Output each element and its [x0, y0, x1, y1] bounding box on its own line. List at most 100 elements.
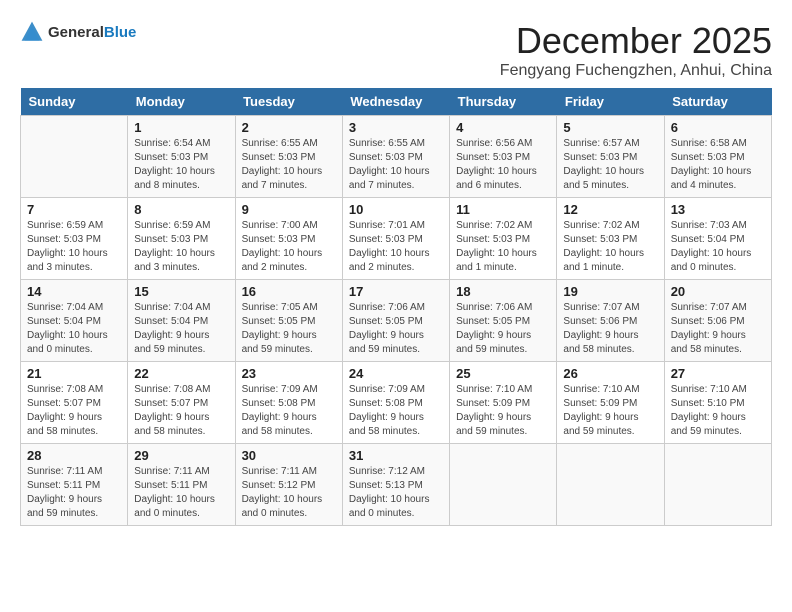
calendar-cell: 7 Sunrise: 6:59 AMSunset: 5:03 PMDaylight…: [21, 198, 128, 280]
day-number: 19: [563, 284, 657, 299]
calendar-week-row: 28 Sunrise: 7:11 AMSunset: 5:11 PMDayligh…: [21, 444, 772, 526]
calendar-table: SundayMondayTuesdayWednesdayThursdayFrid…: [20, 88, 772, 526]
day-info: Sunrise: 7:07 AMSunset: 5:06 PMDaylight:…: [671, 301, 765, 357]
logo-icon: [20, 20, 44, 44]
calendar-cell: 22 Sunrise: 7:08 AMSunset: 5:07 PMDayligh…: [128, 362, 235, 444]
logo-blue-text: Blue: [104, 24, 137, 41]
day-number: 8: [134, 202, 228, 217]
day-number: 7: [27, 202, 121, 217]
calendar-cell: 31 Sunrise: 7:12 AMSunset: 5:13 PMDayligh…: [342, 444, 449, 526]
day-number: 31: [349, 448, 443, 463]
day-info: Sunrise: 7:02 AMSunset: 5:03 PMDaylight:…: [456, 219, 550, 275]
day-number: 17: [349, 284, 443, 299]
calendar-cell: 17 Sunrise: 7:06 AMSunset: 5:05 PMDayligh…: [342, 280, 449, 362]
calendar-cell: [450, 444, 557, 526]
calendar-cell: 2 Sunrise: 6:55 AMSunset: 5:03 PMDaylight…: [235, 116, 342, 198]
logo-general-text: General: [48, 24, 104, 41]
calendar-cell: [557, 444, 664, 526]
day-info: Sunrise: 6:59 AMSunset: 5:03 PMDaylight:…: [27, 219, 121, 275]
calendar-week-row: 14 Sunrise: 7:04 AMSunset: 5:04 PMDayligh…: [21, 280, 772, 362]
day-number: 5: [563, 120, 657, 135]
calendar-cell: 29Sunrise: 7:11 AMSunset: 5:11 PMDayligh…: [128, 444, 235, 526]
day-number: 28: [27, 448, 121, 463]
day-info: Sunrise: 7:06 AMSunset: 5:05 PMDaylight:…: [456, 301, 550, 357]
weekday-header-wednesday: Wednesday: [342, 88, 449, 116]
day-info: Sunrise: 6:55 AMSunset: 5:03 PMDaylight:…: [242, 137, 336, 193]
day-number: 11: [456, 202, 550, 217]
day-info: Sunrise: 7:02 AMSunset: 5:03 PMDaylight:…: [563, 219, 657, 275]
calendar-week-row: 7 Sunrise: 6:59 AMSunset: 5:03 PMDaylight…: [21, 198, 772, 280]
weekday-header-friday: Friday: [557, 88, 664, 116]
calendar-cell: 9Sunrise: 7:00 AMSunset: 5:03 PMDaylight…: [235, 198, 342, 280]
day-number: 15: [134, 284, 228, 299]
day-info: Sunrise: 7:06 AMSunset: 5:05 PMDaylight:…: [349, 301, 443, 357]
month-title: December 2025: [500, 20, 772, 62]
day-number: 30: [242, 448, 336, 463]
calendar-week-row: 1Sunrise: 6:54 AMSunset: 5:03 PMDaylight…: [21, 116, 772, 198]
weekday-header-tuesday: Tuesday: [235, 88, 342, 116]
day-info: Sunrise: 6:58 AMSunset: 5:03 PMDaylight:…: [671, 137, 765, 193]
day-number: 12: [563, 202, 657, 217]
calendar-cell: [664, 444, 771, 526]
calendar-cell: 28 Sunrise: 7:11 AMSunset: 5:11 PMDayligh…: [21, 444, 128, 526]
weekday-header-saturday: Saturday: [664, 88, 771, 116]
calendar-cell: 11 Sunrise: 7:02 AMSunset: 5:03 PMDayligh…: [450, 198, 557, 280]
day-number: 1: [134, 120, 228, 135]
day-info: Sunrise: 7:08 AMSunset: 5:07 PMDaylight:…: [27, 383, 121, 439]
day-number: 21: [27, 366, 121, 381]
calendar-cell: 12 Sunrise: 7:02 AMSunset: 5:03 PMDayligh…: [557, 198, 664, 280]
day-info: Sunrise: 6:55 AMSunset: 5:03 PMDaylight:…: [349, 137, 443, 193]
weekday-header-monday: Monday: [128, 88, 235, 116]
day-number: 6: [671, 120, 765, 135]
day-info: Sunrise: 6:59 AMSunset: 5:03 PMDaylight:…: [134, 219, 228, 275]
day-info: Sunrise: 7:12 AMSunset: 5:13 PMDaylight:…: [349, 465, 443, 521]
calendar-cell: 19 Sunrise: 7:07 AMSunset: 5:06 PMDayligh…: [557, 280, 664, 362]
day-info: Sunrise: 7:05 AMSunset: 5:05 PMDaylight:…: [242, 301, 336, 357]
day-info: Sunrise: 7:09 AMSunset: 5:08 PMDaylight:…: [349, 383, 443, 439]
day-info: Sunrise: 6:57 AMSunset: 5:03 PMDaylight:…: [563, 137, 657, 193]
calendar-cell: 13 Sunrise: 7:03 AMSunset: 5:04 PMDayligh…: [664, 198, 771, 280]
day-info: Sunrise: 7:11 AMSunset: 5:11 PMDaylight:…: [27, 465, 121, 521]
calendar-cell: 8 Sunrise: 6:59 AMSunset: 5:03 PMDaylight…: [128, 198, 235, 280]
day-number: 26: [563, 366, 657, 381]
day-number: 16: [242, 284, 336, 299]
day-info: Sunrise: 7:01 AMSunset: 5:03 PMDaylight:…: [349, 219, 443, 275]
day-info: Sunrise: 7:08 AMSunset: 5:07 PMDaylight:…: [134, 383, 228, 439]
calendar-cell: 5 Sunrise: 6:57 AMSunset: 5:03 PMDaylight…: [557, 116, 664, 198]
day-number: 10: [349, 202, 443, 217]
day-number: 2: [242, 120, 336, 135]
logo: General Blue: [20, 20, 136, 44]
calendar-cell: 10 Sunrise: 7:01 AMSunset: 5:03 PMDayligh…: [342, 198, 449, 280]
day-number: 20: [671, 284, 765, 299]
calendar-cell: 4Sunrise: 6:56 AMSunset: 5:03 PMDaylight…: [450, 116, 557, 198]
day-info: Sunrise: 7:11 AMSunset: 5:12 PMDaylight:…: [242, 465, 336, 521]
day-number: 22: [134, 366, 228, 381]
calendar-cell: 30 Sunrise: 7:11 AMSunset: 5:12 PMDayligh…: [235, 444, 342, 526]
calendar-cell: 26Sunrise: 7:10 AMSunset: 5:09 PMDayligh…: [557, 362, 664, 444]
page-header: General Blue December 2025 Fengyang Fuch…: [20, 20, 772, 80]
title-section: December 2025 Fengyang Fuchengzhen, Anhu…: [500, 20, 772, 80]
day-number: 14: [27, 284, 121, 299]
day-number: 18: [456, 284, 550, 299]
calendar-cell: 6 Sunrise: 6:58 AMSunset: 5:03 PMDaylight…: [664, 116, 771, 198]
day-number: 23: [242, 366, 336, 381]
day-info: Sunrise: 7:11 AMSunset: 5:11 PMDaylight:…: [134, 465, 228, 521]
day-info: Sunrise: 6:56 AMSunset: 5:03 PMDaylight:…: [456, 137, 550, 193]
location-title: Fengyang Fuchengzhen, Anhui, China: [500, 62, 772, 80]
calendar-cell: 21 Sunrise: 7:08 AMSunset: 5:07 PMDayligh…: [21, 362, 128, 444]
calendar-week-row: 21 Sunrise: 7:08 AMSunset: 5:07 PMDayligh…: [21, 362, 772, 444]
day-number: 25: [456, 366, 550, 381]
weekday-header-sunday: Sunday: [21, 88, 128, 116]
day-number: 13: [671, 202, 765, 217]
calendar-cell: 14 Sunrise: 7:04 AMSunset: 5:04 PMDayligh…: [21, 280, 128, 362]
calendar-cell: 3Sunrise: 6:55 AMSunset: 5:03 PMDaylight…: [342, 116, 449, 198]
calendar-cell: 20 Sunrise: 7:07 AMSunset: 5:06 PMDayligh…: [664, 280, 771, 362]
calendar-cell: 1Sunrise: 6:54 AMSunset: 5:03 PMDaylight…: [128, 116, 235, 198]
day-info: Sunrise: 7:07 AMSunset: 5:06 PMDaylight:…: [563, 301, 657, 357]
calendar-cell: 24Sunrise: 7:09 AMSunset: 5:08 PMDayligh…: [342, 362, 449, 444]
calendar-cell: 15 Sunrise: 7:04 AMSunset: 5:04 PMDayligh…: [128, 280, 235, 362]
weekday-header-thursday: Thursday: [450, 88, 557, 116]
day-info: Sunrise: 7:03 AMSunset: 5:04 PMDaylight:…: [671, 219, 765, 275]
day-info: Sunrise: 7:04 AMSunset: 5:04 PMDaylight:…: [27, 301, 121, 357]
day-info: Sunrise: 7:04 AMSunset: 5:04 PMDaylight:…: [134, 301, 228, 357]
